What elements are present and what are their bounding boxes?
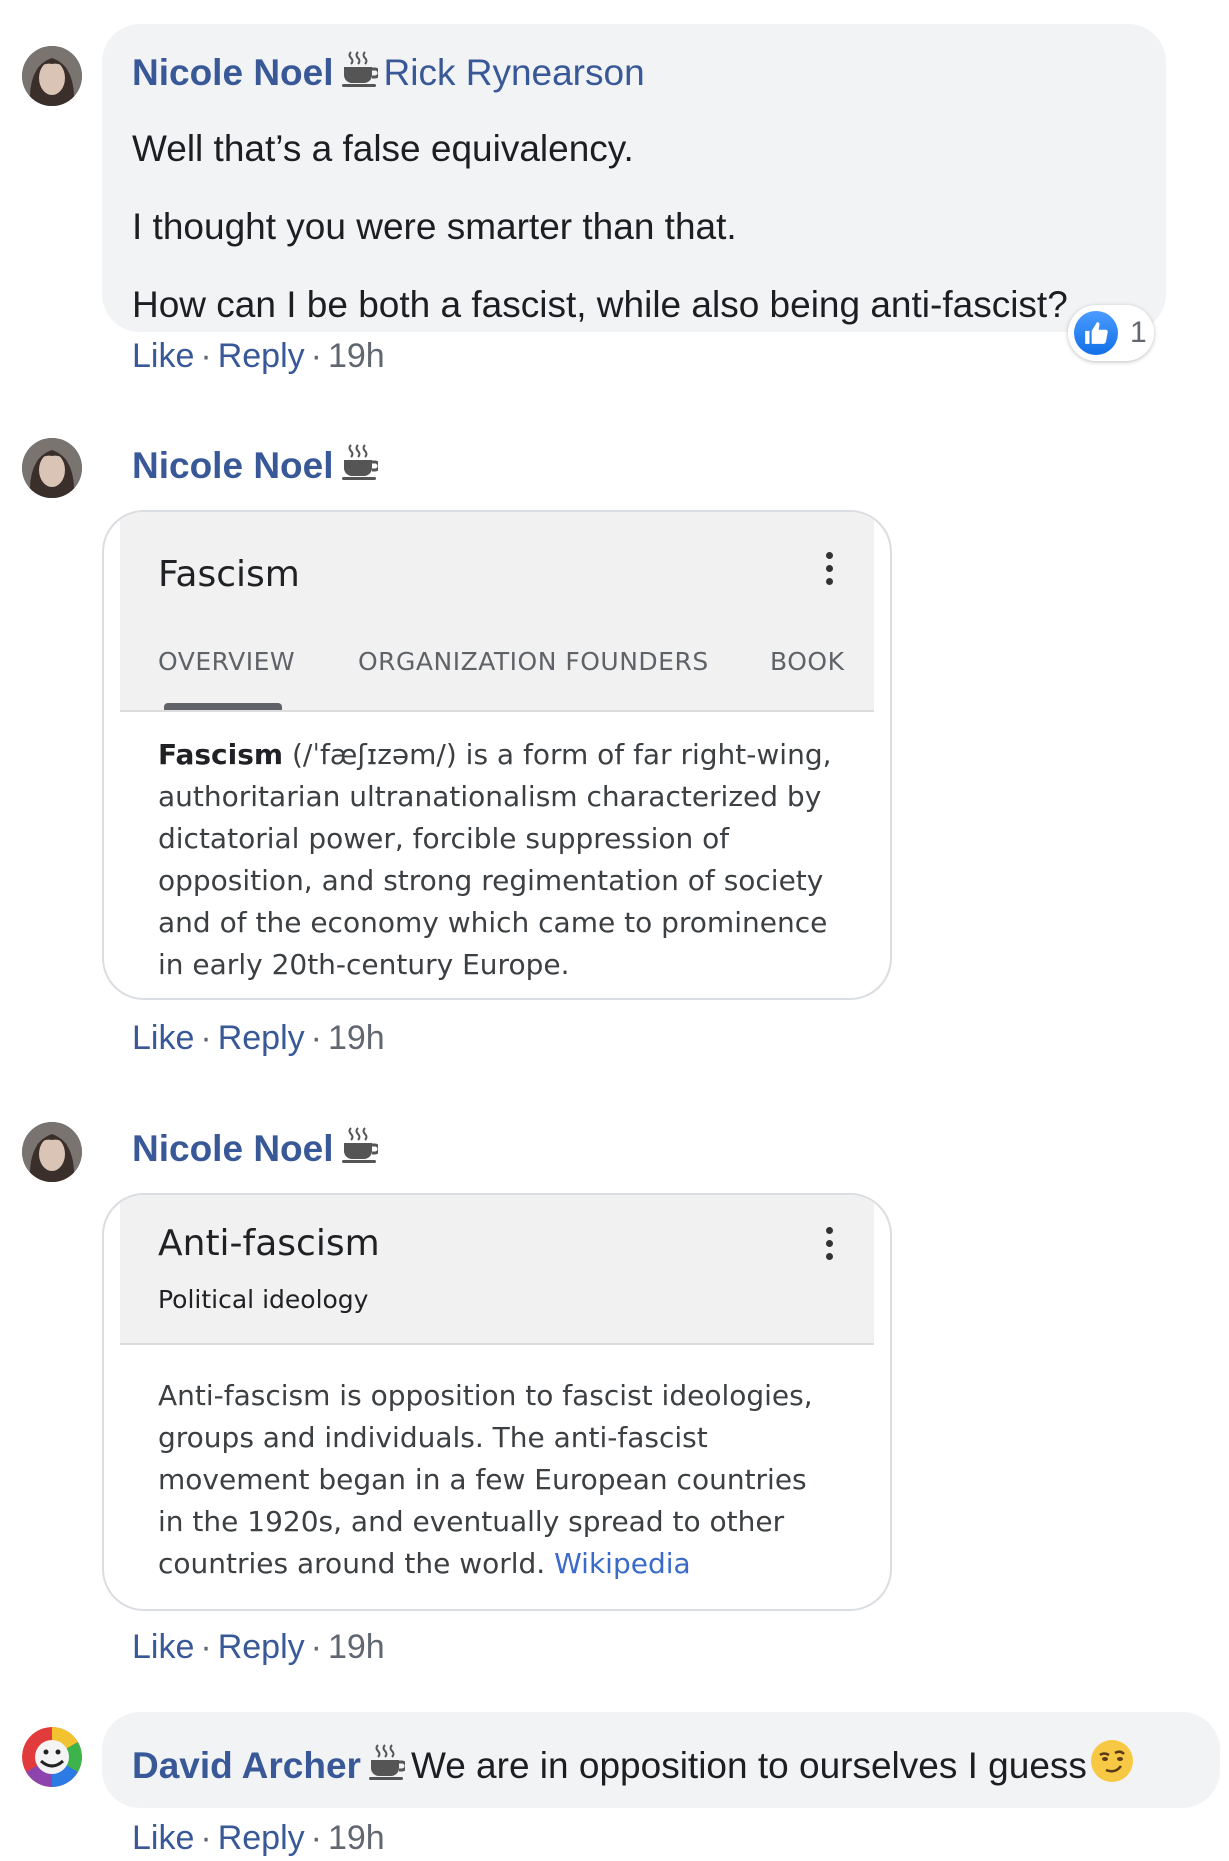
separator: · [310,337,322,375]
like-link[interactable]: Like [132,1628,194,1666]
knowledge-card-image[interactable]: Anti-fascism Political ideology Anti-fas… [102,1193,892,1611]
wikipedia-link[interactable]: Wikipedia [554,1547,691,1580]
separator: · [310,1628,322,1666]
coffee-icon [368,1743,405,1781]
avatar[interactable] [22,1122,82,1182]
timestamp[interactable]: 19h [328,1019,385,1057]
reply-to-name[interactable]: Rick Rynearson [384,52,645,93]
comment-text: How can I be both a fascist, while also … [132,284,1068,325]
avatar-photo [22,1122,82,1182]
reply-link[interactable]: Reply [218,1628,305,1666]
card-description: Anti-fascism is opposition to fascist id… [120,1345,874,1585]
coffee-icon [341,1126,378,1164]
card-title: Anti-fascism [158,1223,380,1264]
avatar[interactable] [22,438,82,498]
card-header: Fascism OVERVIEW ORGANIZATION FOUNDERS B… [120,512,874,712]
comment-bubble: Nicole Noel Rick Rynearson Well that’s a … [102,24,1166,332]
avatar[interactable] [22,1727,82,1787]
card-term: Fascism [158,738,284,771]
comment-actions: Like · Reply · 19h [132,1018,385,1058]
knowledge-card-image[interactable]: Fascism OVERVIEW ORGANIZATION FOUNDERS B… [102,510,892,1000]
comment-actions: Like · Reply · 19h [132,1818,385,1858]
card-description: Fascism (/ˈfæʃɪzəm/) is a form of far ri… [120,712,874,986]
reply-link[interactable]: Reply [218,1819,305,1857]
timestamp[interactable]: 19h [328,1819,385,1857]
card-definition: (/ˈfæʃɪzəm/) is a form of far right-wing… [158,738,832,981]
like-link[interactable]: Like [132,337,194,375]
author-name[interactable]: David Archer [132,1745,361,1786]
coffee-icon [341,50,378,88]
card-header: Anti-fascism Political ideology [120,1195,874,1345]
author-name[interactable]: Nicole Noel [132,52,334,93]
comment-text: I thought you were smarter than that. [132,206,737,247]
tab-indicator [164,703,282,710]
separator: · [310,1819,322,1857]
more-options-icon [826,1227,834,1266]
comment-text: Well that’s a false equivalency. [132,128,634,169]
card-title: Fascism [158,554,300,595]
like-link[interactable]: Like [132,1019,194,1057]
timestamp[interactable]: 19h [328,337,385,375]
reaction-count: 1 [1130,316,1147,349]
separator: · [310,1019,322,1057]
comment-actions: Like · Reply · 19h [132,336,385,376]
separator: · [200,337,212,375]
author-name[interactable]: Nicole Noel [132,445,334,486]
tab-overview: OVERVIEW [158,647,296,676]
reply-link[interactable]: Reply [218,1019,305,1057]
comment-actions: Like · Reply · 19h [132,1627,385,1667]
smirk-emoji-icon [1090,1740,1133,1782]
like-link[interactable]: Like [132,1819,194,1857]
comment-bubble: David Archer We are in opposition to ours… [102,1712,1220,1808]
thumbs-up-icon [1074,311,1118,355]
card-definition: Anti-fascism is opposition to fascist id… [158,1379,813,1580]
comment-text: We are in opposition to ourselves I gues… [410,1745,1087,1786]
reaction-summary[interactable]: 1 [1068,305,1154,361]
coffee-icon [341,443,378,481]
tab-organization-founders: ORGANIZATION FOUNDERS [358,647,709,676]
more-options-icon [826,552,834,591]
tab-book: BOOK [770,647,845,676]
timestamp[interactable]: 19h [328,1628,385,1666]
avatar-photo [22,438,82,498]
author-name[interactable]: Nicole Noel [132,1128,334,1169]
avatar-photo [22,46,82,106]
separator: · [200,1628,212,1666]
separator: · [200,1019,212,1057]
reply-link[interactable]: Reply [218,337,305,375]
avatar-photo [22,1727,82,1787]
avatar[interactable] [22,46,82,106]
separator: · [200,1819,212,1857]
card-subtitle: Political ideology [158,1285,369,1314]
